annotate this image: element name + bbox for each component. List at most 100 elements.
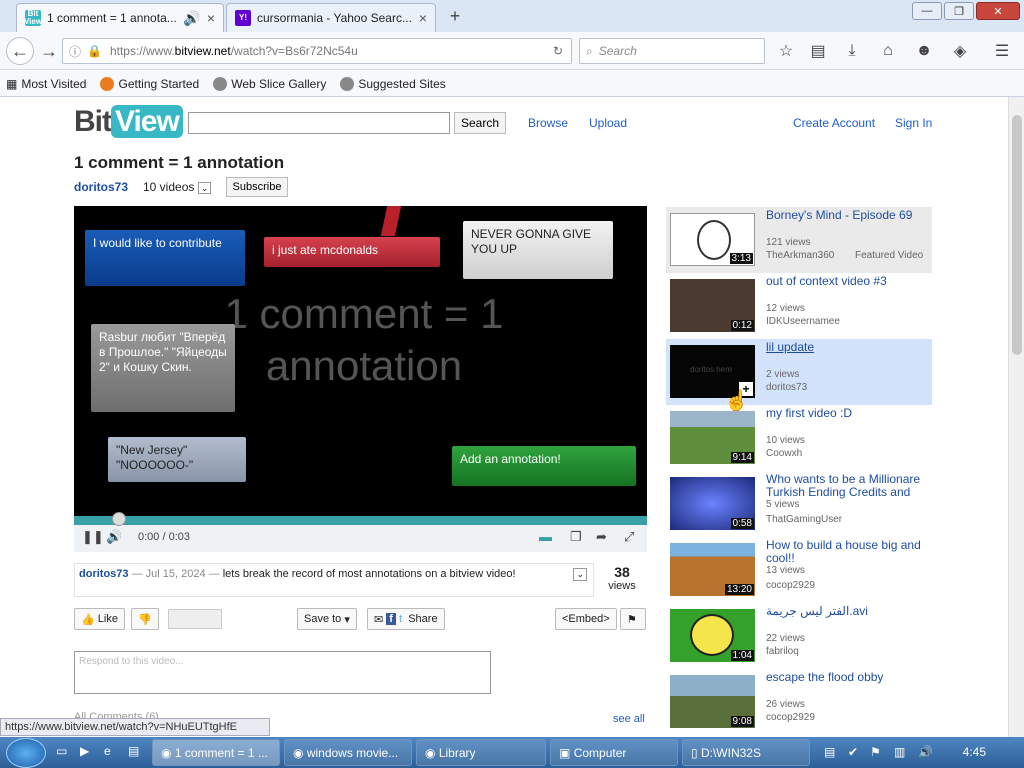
downloads-icon[interactable]: ⤓ xyxy=(842,41,862,61)
expand-icon[interactable]: ⌄ xyxy=(573,568,587,581)
embed-button[interactable]: <Embed> xyxy=(555,608,617,630)
site-search-button[interactable]: Search xyxy=(454,112,506,134)
video-thumbnail[interactable]: 13:20 xyxy=(670,543,755,596)
subscribe-button[interactable]: Subscribe xyxy=(226,177,288,197)
related-user[interactable]: cocop2929 xyxy=(766,580,815,591)
annotation-bubble[interactable]: Rasbur любит "Вперёд в Прошлое." "Яйцеод… xyxy=(91,324,235,412)
annotation-bubble[interactable]: i just ate mcdonalds xyxy=(264,237,440,267)
explorer-icon[interactable]: ▤ xyxy=(128,744,139,758)
taskbar-item[interactable]: ◉ windows movie... xyxy=(284,739,412,766)
video-thumbnail[interactable]: 1:04 xyxy=(670,609,755,662)
notes-icon[interactable]: ▤ xyxy=(824,745,835,759)
media-player-icon[interactable]: ▶ xyxy=(80,744,89,758)
pocket-icon[interactable]: ◈ xyxy=(950,41,970,61)
bookmark-suggested-sites[interactable]: Suggested Sites xyxy=(340,76,446,91)
related-title[interactable]: الفتر ليس جريمة.avi xyxy=(766,605,931,618)
related-title[interactable]: How to build a house big and cool!! xyxy=(766,539,931,565)
reading-list-icon[interactable]: ▤ xyxy=(808,41,828,61)
tab-yahoo[interactable]: Y! cursormania - Yahoo Searc... × xyxy=(226,3,436,32)
related-video[interactable]: 13:20 How to build a house big and cool!… xyxy=(666,537,932,603)
video-count[interactable]: 10 videos ⌄ xyxy=(143,180,212,194)
close-window-button[interactable]: ✕ xyxy=(976,2,1020,20)
save-to-button[interactable]: Save to ▾ xyxy=(297,608,357,630)
share-button[interactable]: ✉ f t Share xyxy=(367,608,445,630)
related-video[interactable]: 9:08 escape the flood obby 26 views coco… xyxy=(666,669,932,735)
video-player[interactable]: 1 comment = 1 annotation I would like to… xyxy=(74,206,647,551)
security-icon[interactable]: ✔ xyxy=(848,745,858,759)
related-user[interactable]: Coowxh xyxy=(766,448,802,459)
scrubber-handle[interactable] xyxy=(112,512,126,526)
related-user[interactable]: cocop2929 xyxy=(766,712,815,723)
respond-textarea[interactable]: Respond to this video... xyxy=(74,651,491,694)
related-user[interactable]: ThatGamingUser xyxy=(766,514,842,525)
video-thumbnail[interactable]: 3:13 xyxy=(670,213,755,266)
related-title[interactable]: my first video :D xyxy=(766,407,931,420)
browser-search-input[interactable]: ⌕ Search xyxy=(579,38,765,64)
browse-link[interactable]: Browse xyxy=(528,116,568,130)
related-user[interactable]: fabriloq xyxy=(766,646,799,657)
related-title[interactable]: out of context video #3 xyxy=(766,275,931,288)
video-thumbnail[interactable]: 9:08 xyxy=(670,675,755,728)
bookmark-most-visited[interactable]: ▦ Most Visited xyxy=(6,77,86,91)
create-account-link[interactable]: Create Account xyxy=(793,116,875,130)
home-icon[interactable]: ⌂ xyxy=(878,41,898,61)
popout-icon[interactable]: ❐ xyxy=(570,529,582,545)
bitview-logo[interactable]: Bit View xyxy=(74,105,183,139)
related-video[interactable]: 0:12 out of context video #3 12 views ID… xyxy=(666,273,932,339)
site-search-input[interactable] xyxy=(188,112,450,134)
scrollbar-thumb[interactable] xyxy=(1012,115,1022,355)
share-arrow-icon[interactable]: ➦ xyxy=(596,529,607,545)
fullscreen-icon[interactable]: ⤢ xyxy=(624,529,634,545)
menu-icon[interactable]: ☰ xyxy=(992,41,1012,61)
like-button[interactable]: 👍 Like xyxy=(74,608,125,630)
speaker-icon[interactable]: 🔊 xyxy=(183,10,200,27)
related-title[interactable]: Borney's Mind - Episode 69 xyxy=(766,209,931,222)
taskbar-item[interactable]: ▯ D:\WIN32S xyxy=(682,739,810,766)
tab-bitview[interactable]: Bit View 1 comment = 1 annota... 🔊 × xyxy=(16,3,224,32)
video-thumbnail[interactable]: 0:12 xyxy=(670,279,755,332)
forward-arrow-icon[interactable]: → xyxy=(36,38,62,64)
taskbar-item[interactable]: ◉ Library xyxy=(416,739,546,766)
see-all-link[interactable]: see all xyxy=(613,713,645,725)
related-video[interactable]: 3:13 Borney's Mind - Episode 69 121 view… xyxy=(666,207,932,273)
taskbar-clock[interactable]: 4:45 xyxy=(963,745,986,759)
related-user[interactable]: IDKUseernamee xyxy=(766,316,840,327)
annotation-bubble[interactable]: Add an annotation! xyxy=(452,446,636,486)
bookmark-getting-started[interactable]: Getting Started xyxy=(100,76,199,91)
related-user[interactable]: doritos73 xyxy=(766,382,807,393)
action-center-flag-icon[interactable]: ⚑ xyxy=(870,745,881,759)
new-tab-icon[interactable]: + xyxy=(442,3,468,29)
sign-in-link[interactable]: Sign In xyxy=(895,116,932,130)
related-video[interactable]: 0:58 Who wants to be a Millionare Turkis… xyxy=(666,471,932,537)
related-title[interactable]: Who wants to be a Millionare Turkish End… xyxy=(766,473,931,499)
related-video[interactable]: 1:04 الفتر ليس جريمة.avi 22 views fabril… xyxy=(666,603,932,669)
ie-icon[interactable]: e xyxy=(104,744,111,758)
volume-icon[interactable]: 🔊 xyxy=(106,529,122,545)
dislike-button[interactable]: 👎 xyxy=(131,608,159,630)
related-video[interactable]: 9:14 my first video :D 10 views Coowxh xyxy=(666,405,932,471)
back-arrow-icon[interactable]: ← xyxy=(6,37,34,65)
flag-button[interactable]: ⚑ xyxy=(620,608,646,630)
taskbar-item[interactable]: ▣ Computer xyxy=(550,739,678,766)
taskbar-item[interactable]: ◉ 1 comment = 1 ... xyxy=(152,739,280,766)
chevron-down-icon[interactable]: ⌄ xyxy=(197,182,212,194)
bookmark-star-icon[interactable]: ☆ xyxy=(776,41,796,61)
pause-icon[interactable]: ❚❚ xyxy=(82,529,104,545)
bookmark-web-slice-gallery[interactable]: Web Slice Gallery xyxy=(213,76,326,91)
comment-author[interactable]: doritos73 xyxy=(79,568,129,580)
restore-button[interactable]: ❐ xyxy=(944,2,974,20)
address-bar[interactable]: ⓘ 🔒 https://www. bitview.net/watch?v=Bs6r… xyxy=(62,38,572,64)
related-title[interactable]: escape the flood obby xyxy=(766,671,931,684)
video-thumbnail[interactable]: 9:14 xyxy=(670,411,755,464)
close-tab-icon[interactable]: × xyxy=(419,10,427,26)
annotations-toggle-icon[interactable]: ▬ xyxy=(539,529,552,544)
annotation-bubble[interactable]: I would like to contribute xyxy=(85,230,245,286)
annotation-bubble[interactable]: NEVER GONNA GIVE YOU UP xyxy=(463,221,613,279)
related-title[interactable]: lil update xyxy=(766,341,931,354)
minimize-button[interactable]: — xyxy=(912,2,942,20)
author-link[interactable]: doritos73 xyxy=(74,180,128,194)
volume-tray-icon[interactable]: 🔊 xyxy=(918,745,933,759)
close-tab-icon[interactable]: × xyxy=(207,10,215,26)
related-video[interactable]: doritos here + lil update 2 views dorito… xyxy=(666,339,932,405)
network-icon[interactable]: ▥ xyxy=(894,745,905,759)
